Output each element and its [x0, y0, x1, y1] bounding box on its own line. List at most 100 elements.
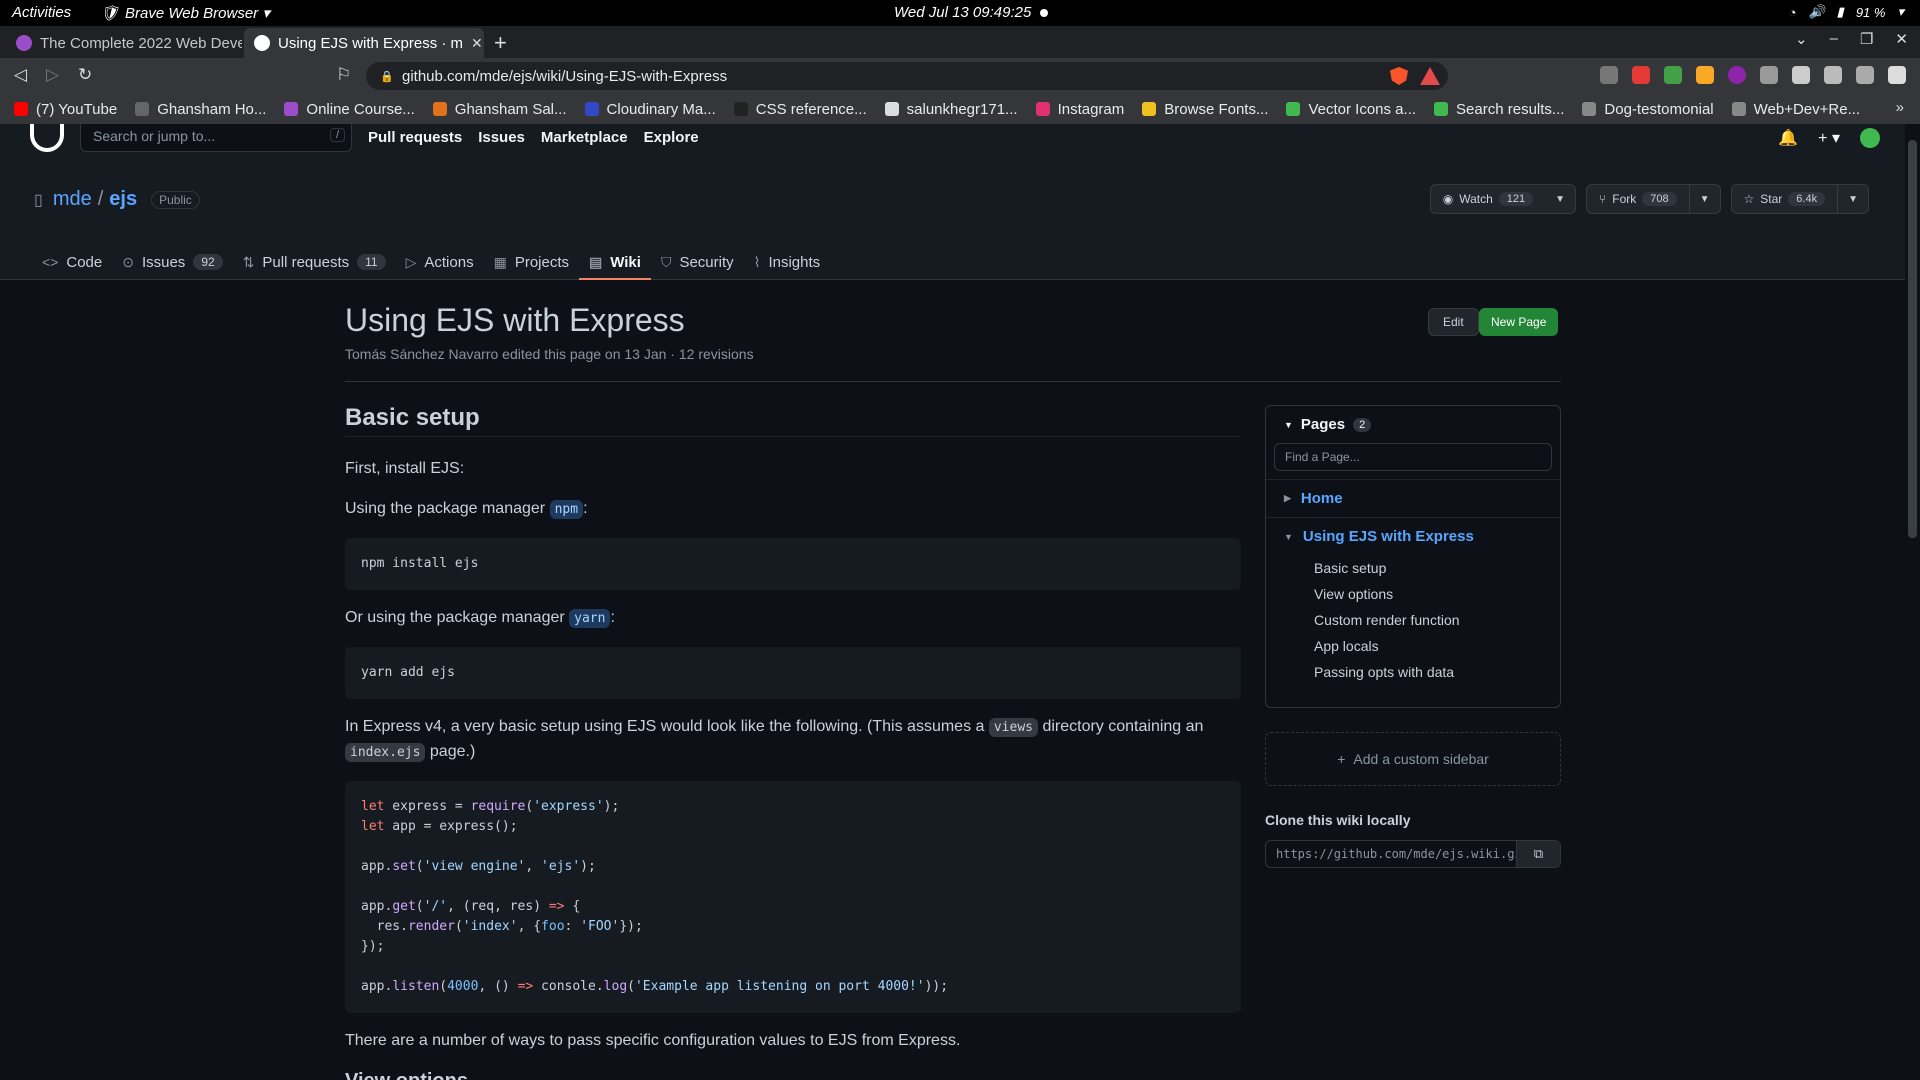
activities-button[interactable]: Activities [12, 4, 71, 21]
extension-icon[interactable] [1632, 66, 1650, 84]
more-bookmarks-icon[interactable]: » [1896, 99, 1904, 116]
chevron-down-icon[interactable]: ▼ [1545, 185, 1575, 213]
copy-icon[interactable]: ⧉ [1516, 841, 1560, 867]
repo-owner-link[interactable]: mde [53, 188, 92, 211]
bookmark-item[interactable]: Search results... [1434, 101, 1564, 118]
new-page-button[interactable]: New Page [1479, 308, 1559, 336]
puzzle-icon[interactable] [1792, 66, 1810, 84]
bookmark-item[interactable]: salunkhegr171... [884, 101, 1018, 118]
issues-icon: ⊙ [122, 253, 134, 270]
forward-icon[interactable]: ▷ [46, 65, 59, 85]
divider [345, 381, 1561, 382]
extension-icon[interactable] [1664, 66, 1682, 84]
brave-rewards-icon[interactable] [1420, 67, 1440, 85]
edit-button[interactable]: Edit [1428, 308, 1479, 336]
section-link-basic-setup[interactable]: Basic setup [1314, 555, 1560, 581]
tab-insights[interactable]: ⌇ Insights [744, 244, 831, 280]
page-link-home[interactable]: ▶ Home [1266, 480, 1560, 518]
brave-lion-icon: 🛡 [100, 5, 120, 22]
tab-security[interactable]: ⛉ Security [651, 244, 744, 280]
clock[interactable]: Wed Jul 13 09:49:25 [894, 4, 1031, 21]
bookmark-item[interactable]: (7) YouTube [14, 101, 117, 118]
avatar[interactable] [1860, 128, 1880, 148]
page-link-label: Using EJS with Express [1302, 528, 1474, 545]
github-header-actions: 🔔 + ▾ [1778, 128, 1880, 148]
back-icon[interactable]: ◁ [14, 65, 27, 85]
page-link-current[interactable]: ▼ Using EJS with Express [1266, 518, 1560, 555]
restore-icon[interactable]: ❐ [1860, 30, 1873, 48]
tab-wiki[interactable]: ▤ Wiki [579, 244, 651, 280]
bookmark-label: Cloudinary Ma... [606, 100, 716, 118]
tab-issues[interactable]: ⊙ Issues 92 [112, 244, 232, 280]
extension-icon[interactable] [1728, 66, 1746, 84]
tab-projects[interactable]: ▦ Projects [484, 244, 579, 280]
browser-tab-strip: The Complete 2022 Web Deve Using EJS wit… [0, 26, 1920, 58]
nav-explore[interactable]: Explore [644, 129, 699, 146]
extension-icon[interactable] [1760, 66, 1778, 84]
star-button[interactable]: ☆ Star 6.4k ▼ [1730, 184, 1869, 214]
menu-icon[interactable] [1888, 66, 1906, 84]
section-link-app-locals[interactable]: App locals [1314, 633, 1560, 659]
tab-web-dev-course[interactable]: The Complete 2022 Web Deve [6, 28, 242, 58]
bookmark-item[interactable]: Online Course... [284, 100, 415, 118]
wallet-icon[interactable] [1856, 66, 1874, 84]
extension-icon[interactable] [1696, 66, 1714, 84]
chevron-right-icon[interactable]: ▶ [1284, 493, 1291, 504]
bookmark-item[interactable]: CSS reference... [733, 101, 867, 118]
chevron-down-icon[interactable]: ▼ [1837, 185, 1868, 213]
repo-name-link[interactable]: ejs [109, 188, 137, 211]
bookmark-item[interactable]: Web+Dev+Re... [1731, 101, 1860, 118]
bookmark-item[interactable]: Dog-testomonial [1582, 101, 1714, 118]
inline-code-yarn: yarn [569, 609, 611, 628]
reload-icon[interactable]: ↻ [78, 65, 92, 85]
bookmark-item[interactable]: Vector Icons a... [1286, 101, 1416, 118]
fork-button[interactable]: ⑂ Fork 708 ▼ [1586, 184, 1721, 214]
tab-actions[interactable]: ▷ Actions [396, 244, 484, 280]
github-logo-icon[interactable] [30, 124, 64, 152]
window-controls: ⌄ – ❐ ✕ [1795, 30, 1908, 48]
bookmark-label: Online Course... [306, 100, 415, 118]
page-scrollbar[interactable] [1905, 124, 1920, 1080]
clone-url-input[interactable]: https://github.com/mde/ejs.wiki.git [1266, 841, 1516, 867]
heading-view-options: View options [345, 1069, 1241, 1080]
section-link-passing-opts[interactable]: Passing opts with data [1314, 659, 1560, 685]
app-menu-label: Brave Web Browser ▾ [125, 5, 270, 22]
nav-marketplace[interactable]: Marketplace [541, 129, 628, 146]
scrollbar-thumb[interactable] [1908, 140, 1917, 538]
tab-pull-requests[interactable]: ⇅ Pull requests 11 [233, 244, 396, 280]
find-page-input[interactable]: Find a Page... [1274, 443, 1552, 471]
section-link-view-options[interactable]: View options [1314, 581, 1560, 607]
section-link-custom-render[interactable]: Custom render function [1314, 607, 1560, 633]
bookmark-item[interactable]: Cloudinary Ma... [584, 100, 716, 118]
tab-code[interactable]: <> Code [32, 244, 112, 280]
bookmark-item[interactable]: Ghansham Sal... [432, 101, 567, 118]
minimize-icon[interactable]: – [1830, 30, 1838, 48]
app-menu[interactable]: 🛡 Brave Web Browser ▾ [100, 4, 270, 22]
tab-ejs-wiki[interactable]: Using EJS with Express · m ✕ [244, 28, 484, 58]
add-custom-sidebar-button[interactable]: + Add a custom sidebar [1265, 732, 1561, 786]
playlist-icon[interactable] [1824, 66, 1842, 84]
lock-icon: 🔒 [380, 71, 394, 83]
extension-icon[interactable] [1600, 66, 1618, 84]
bookmark-icon[interactable]: ⚐ [336, 65, 351, 85]
system-tray[interactable]: ◔ 🔊 ▮ 91 % ▾ [1789, 4, 1904, 20]
close-tab-icon[interactable]: ✕ [471, 35, 483, 52]
chevron-down-icon[interactable]: ▼ [1284, 532, 1293, 542]
bell-icon[interactable]: 🔔 [1778, 128, 1798, 148]
close-window-icon[interactable]: ✕ [1895, 30, 1908, 48]
brave-shields-icon[interactable] [1390, 67, 1408, 85]
new-tab-button[interactable]: + [494, 30, 507, 56]
pages-toggle[interactable]: ▼ Pages 2 [1266, 406, 1560, 443]
bookmark-item[interactable]: Ghansham Ho... [135, 101, 266, 118]
bookmark-item[interactable]: Instagram [1035, 101, 1124, 118]
watch-button[interactable]: ◉ Watch 121 ▼ [1429, 184, 1577, 214]
address-bar[interactable]: 🔒 github.com/mde/ejs/wiki/Using-EJS-with… [366, 62, 1448, 90]
bookmark-item[interactable]: Browse Fonts... [1142, 101, 1268, 118]
page-link-label: Home [1300, 490, 1343, 507]
nav-issues[interactable]: Issues [478, 129, 525, 146]
chevron-down-icon[interactable]: ▼ [1688, 185, 1720, 213]
search-input[interactable]: Search or jump to... / [80, 124, 352, 152]
tab-search-icon[interactable]: ⌄ [1795, 30, 1808, 48]
nav-pull-requests[interactable]: Pull requests [368, 129, 462, 146]
plus-icon[interactable]: + ▾ [1818, 128, 1840, 148]
